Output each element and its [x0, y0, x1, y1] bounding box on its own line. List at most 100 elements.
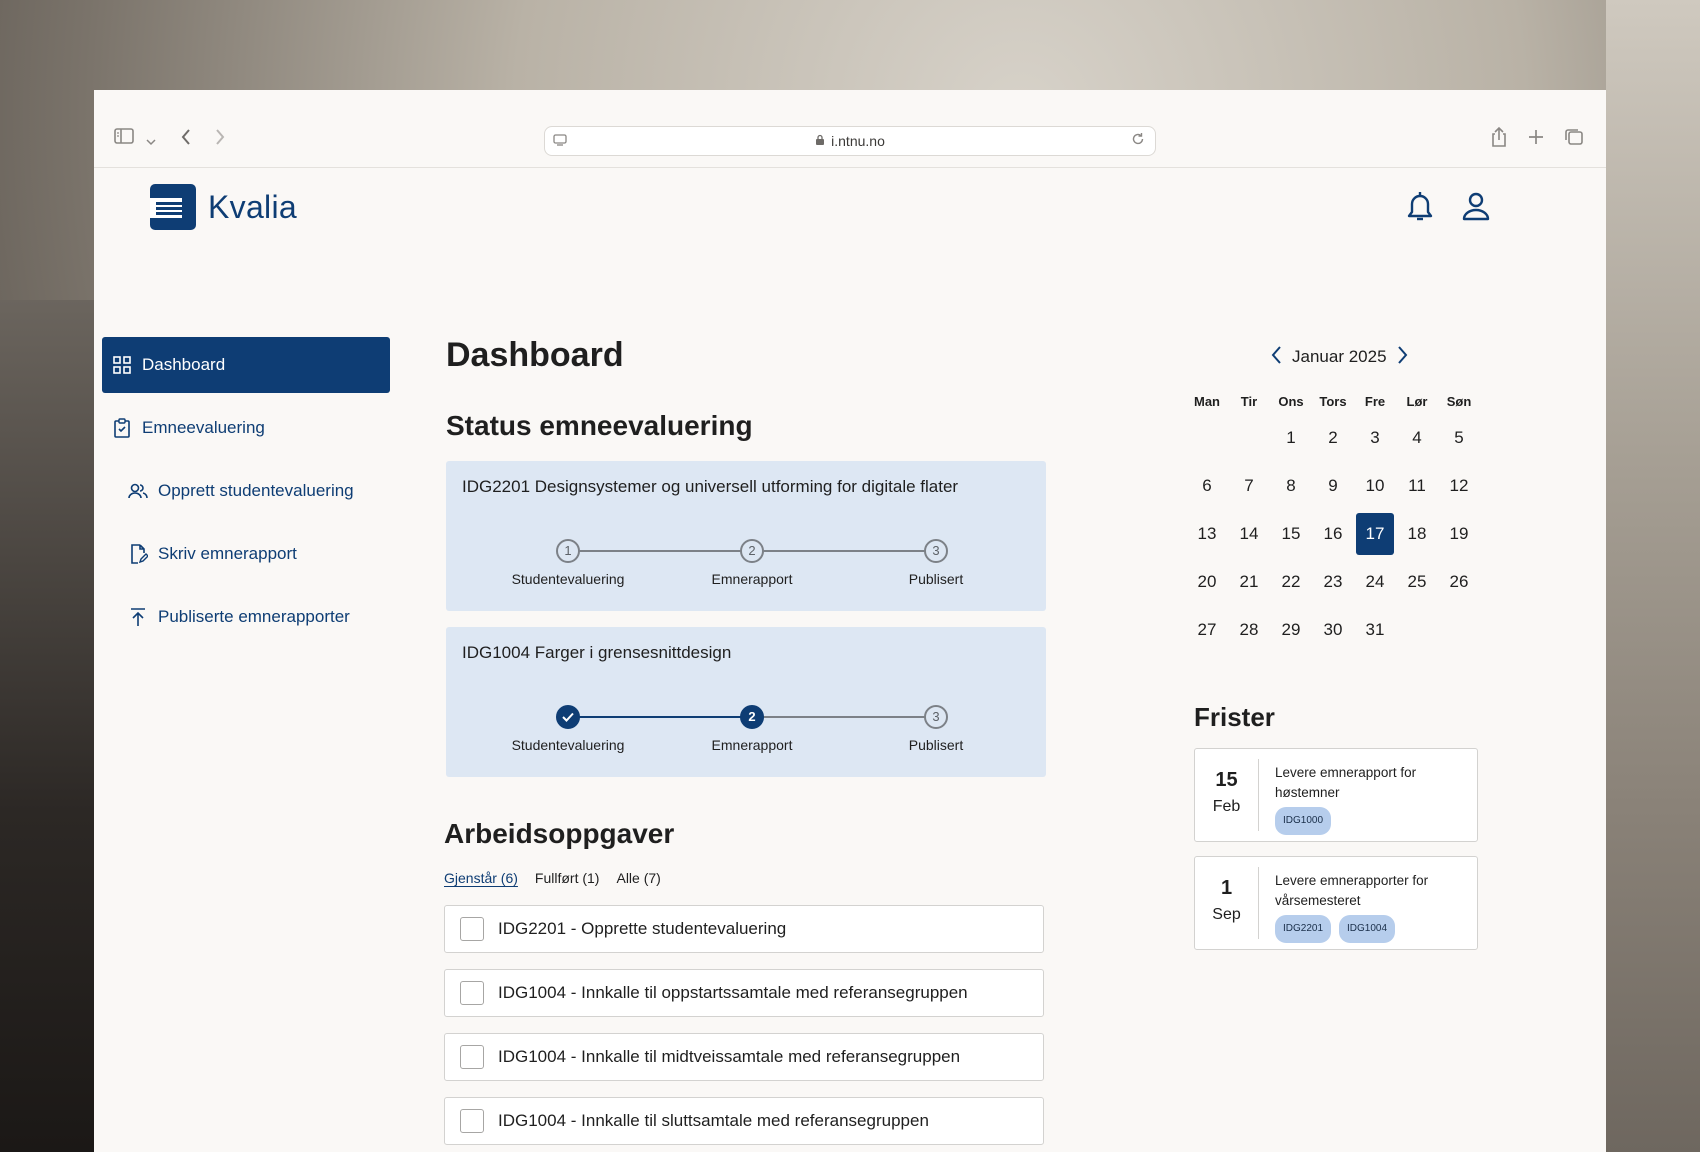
chevron-left-icon — [1271, 346, 1281, 364]
deadline-date: 15 Feb — [1195, 759, 1259, 831]
task-item[interactable]: IDG1004 - Innkalle til sluttsamtale med … — [444, 1097, 1044, 1145]
calendar-day[interactable]: 5 — [1438, 414, 1480, 462]
deadline-month: Sep — [1212, 906, 1241, 923]
next-month-button[interactable] — [1395, 345, 1409, 369]
calendar-day[interactable]: 21 — [1228, 558, 1270, 606]
calendar-day — [1228, 414, 1270, 462]
calendar-day[interactable]: 25 — [1396, 558, 1438, 606]
calendar-day[interactable]: 31 — [1354, 606, 1396, 654]
task-label: IDG1004 - Innkalle til oppstartssamtale … — [498, 983, 968, 1002]
weekday-label: Tir — [1240, 393, 1258, 409]
step-marker: 2 — [740, 539, 764, 563]
calendar-day-today[interactable]: 17 — [1354, 510, 1396, 558]
task-item[interactable]: IDG1004 - Innkalle til oppstartssamtale … — [444, 969, 1044, 1017]
tab-overview-icon[interactable] — [1564, 128, 1584, 149]
calendar-day[interactable]: 8 — [1270, 462, 1312, 510]
previous-month-button[interactable] — [1270, 345, 1284, 369]
calendar-day[interactable]: 22 — [1270, 558, 1312, 606]
task-item[interactable]: IDG2201 - Opprette studentevaluering — [444, 905, 1044, 953]
step-marker: 3 — [924, 539, 948, 563]
deadline-card[interactable]: 1 Sep Levere emnerapporter for vårsemest… — [1194, 856, 1478, 950]
calendar-day[interactable]: 29 — [1270, 606, 1312, 654]
course-chips: IDG1000 — [1275, 807, 1471, 835]
sidebar-item-label: Opprett studentevaluering — [158, 481, 354, 500]
deadline-card[interactable]: 15 Feb Levere emnerapport for høstemner … — [1194, 748, 1478, 842]
calendar-day[interactable]: 11 — [1396, 462, 1438, 510]
calendar-day[interactable]: 26 — [1438, 558, 1480, 606]
reload-icon[interactable] — [1131, 132, 1145, 150]
step-label: Publisert — [908, 571, 964, 587]
calendar-day[interactable]: 4 — [1396, 414, 1438, 462]
address-bar[interactable]: i.ntnu.no — [544, 126, 1156, 156]
clipboard-check-icon — [114, 418, 130, 438]
status-section-title: Status emneevaluering — [446, 410, 753, 441]
calendar-day[interactable]: 1 — [1270, 414, 1312, 462]
chevron-down-icon[interactable] — [146, 131, 156, 149]
task-checkbox[interactable] — [460, 1109, 484, 1133]
calendar-day[interactable]: 23 — [1312, 558, 1354, 606]
calendar-day — [1396, 606, 1438, 654]
calendar-day[interactable]: 7 — [1228, 462, 1270, 510]
calendar-day[interactable]: 6 — [1186, 462, 1228, 510]
calendar-day[interactable]: 27 — [1186, 606, 1228, 654]
task-checkbox[interactable] — [460, 981, 484, 1005]
calendar-day[interactable]: 3 — [1354, 414, 1396, 462]
page-menu-icon[interactable] — [553, 133, 567, 150]
calendar-day — [1438, 606, 1480, 654]
calendar-day — [1186, 414, 1228, 462]
course-status-card[interactable]: IDG2201 Designsystemer og universell utf… — [446, 461, 1046, 611]
calendar-week: 1 2 3 4 5 — [1186, 414, 1480, 462]
sidebar-item-emneevaluering[interactable]: Emneevaluering — [102, 400, 390, 456]
share-icon[interactable] — [1490, 126, 1508, 151]
calendar-day[interactable]: 9 — [1312, 462, 1354, 510]
calendar-day[interactable]: 13 — [1186, 510, 1228, 558]
tab-all[interactable]: Alle (7) — [616, 870, 660, 886]
notifications-bell-icon[interactable] — [1402, 188, 1438, 224]
user-profile-icon[interactable] — [1458, 188, 1494, 224]
tab-remaining[interactable]: Gjenstår (6) — [444, 870, 518, 886]
calendar-day[interactable]: 19 — [1438, 510, 1480, 558]
calendar-day[interactable]: 16 — [1312, 510, 1354, 558]
app-logo[interactable]: Kvalia — [150, 184, 297, 230]
task-checkbox[interactable] — [460, 1045, 484, 1069]
calendar-day[interactable]: 24 — [1354, 558, 1396, 606]
weekday-label: Søn — [1446, 393, 1472, 409]
sidebar-item-skriv-emnerapport[interactable]: Skriv emnerapport — [102, 526, 390, 582]
sidebar-item-opprett-studentevaluering[interactable]: Opprett studentevaluering — [102, 463, 390, 519]
calendar-day[interactable]: 28 — [1228, 606, 1270, 654]
task-filter-tabs: Gjenstår (6) Fullført (1) Alle (7) — [444, 870, 678, 886]
calendar-day[interactable]: 15 — [1270, 510, 1312, 558]
course-chip[interactable]: IDG1000 — [1275, 807, 1332, 835]
browser-toolbar: i.ntnu.no — [94, 90, 1606, 168]
task-checkbox[interactable] — [460, 917, 484, 941]
users-icon — [128, 483, 148, 499]
course-chip[interactable]: IDG2201 — [1275, 915, 1332, 943]
course-title: IDG1004 Farger i grensesnittdesign — [462, 643, 732, 662]
calendar-day[interactable]: 12 — [1438, 462, 1480, 510]
calendar-day[interactable]: 2 — [1312, 414, 1354, 462]
calendar-day[interactable]: 10 — [1354, 462, 1396, 510]
calendar-day[interactable]: 20 — [1186, 558, 1228, 606]
weekday-label: Lør — [1406, 393, 1428, 409]
calendar-day[interactable]: 18 — [1396, 510, 1438, 558]
calendar-week: 20 21 22 23 24 25 26 — [1186, 558, 1480, 606]
sidebar-item-publiserte-emnerapporter[interactable]: Publiserte emnerapporter — [102, 589, 390, 645]
course-chip[interactable]: IDG1004 — [1339, 915, 1396, 943]
grid-icon — [113, 356, 131, 374]
task-item[interactable]: IDG1004 - Innkalle til midtveissamtale m… — [444, 1033, 1044, 1081]
tab-completed[interactable]: Fullført (1) — [535, 870, 600, 886]
upload-icon — [131, 608, 145, 626]
back-icon[interactable] — [180, 128, 192, 149]
new-tab-icon[interactable] — [1528, 129, 1544, 148]
deadline-details: Levere emnerapport for høstemner IDG1000 — [1275, 763, 1471, 835]
forward-icon[interactable] — [214, 128, 226, 149]
sidebar-item-label: Skriv emnerapport — [158, 544, 297, 563]
calendar-day[interactable]: 30 — [1312, 606, 1354, 654]
sidebar-item-dashboard[interactable]: Dashboard — [102, 337, 390, 393]
task-label: IDG2201 - Opprette studentevaluering — [498, 919, 787, 938]
calendar-day[interactable]: 14 — [1228, 510, 1270, 558]
stepper-connector — [568, 550, 752, 552]
course-status-card[interactable]: IDG1004 Farger i grensesnittdesign 2 3 S… — [446, 627, 1046, 777]
sidebar-toggle-icon[interactable] — [114, 128, 134, 147]
deadlines-title: Frister — [1194, 702, 1275, 732]
